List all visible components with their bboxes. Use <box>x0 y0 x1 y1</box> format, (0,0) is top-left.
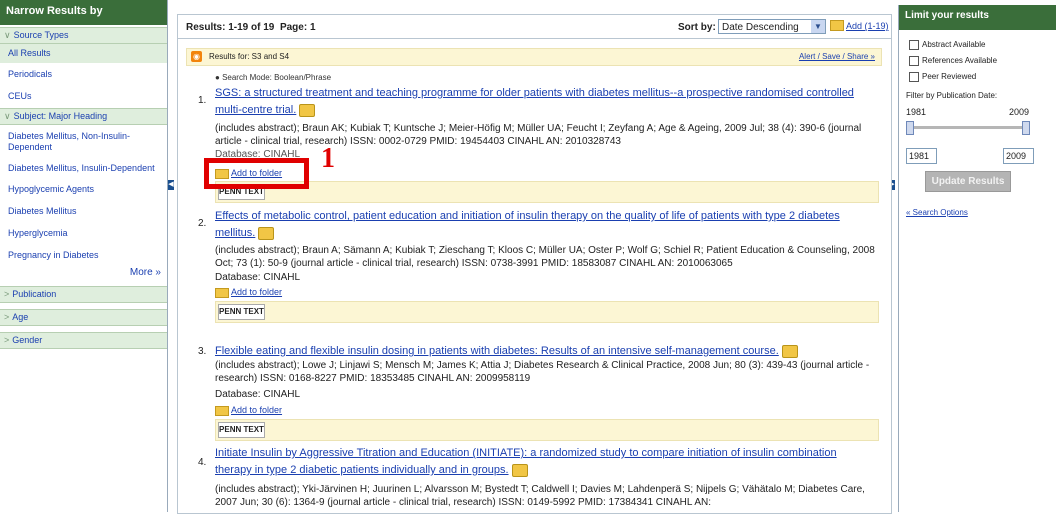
result-number: 3. <box>198 346 207 357</box>
result-number: 4. <box>198 457 207 468</box>
right-sidebar: Limit your results Abstract Available Re… <box>898 5 1056 512</box>
facet-publication[interactable]: > Publication <box>0 286 167 303</box>
folder-icon <box>830 20 844 34</box>
chevron-right-icon: > <box>4 335 10 345</box>
result-title[interactable]: Effects of metabolic control, patient ed… <box>215 208 875 242</box>
result-meta: (includes abstract); Lowe J; Linjawi S; … <box>215 360 870 384</box>
year-end-label: 2009 <box>1009 107 1030 117</box>
pub-date-label: Filter by Publication Date: <box>906 91 998 100</box>
date-range-slider[interactable] <box>906 121 1030 135</box>
slider-handle-end[interactable] <box>1022 121 1030 135</box>
alert-save-share-link[interactable]: Alert / Save / Share » <box>799 52 875 61</box>
result-meta: (includes abstract); Braun AK; Kubiak T;… <box>215 123 862 147</box>
source-types-header[interactable]: ∨ Source Types <box>0 27 167 44</box>
preview-icon[interactable] <box>258 226 275 240</box>
preview-icon[interactable] <box>299 103 316 117</box>
search-options-link[interactable]: « Search Options <box>906 208 968 217</box>
add-to-folder-link[interactable]: Add to folder <box>215 405 282 416</box>
sidebar-item-periodicals[interactable]: Periodicals <box>0 63 167 84</box>
preview-icon[interactable] <box>511 463 528 477</box>
preview-icon[interactable] <box>781 344 798 358</box>
more-link[interactable]: More » <box>0 265 167 286</box>
facet-age[interactable]: > Age <box>0 309 167 326</box>
slider-handle-start[interactable] <box>906 121 914 135</box>
penn-text-button[interactable]: PENN TEXT <box>218 304 265 320</box>
year-to-input[interactable]: 2009 <box>1003 148 1034 164</box>
penn-text-button[interactable]: PENN TEXT <box>218 422 265 438</box>
subject-item[interactable]: Diabetes Mellitus, Insulin-Dependent <box>0 157 167 178</box>
chevron-right-icon: > <box>4 312 10 322</box>
penn-text-bar: PENN TEXT <box>215 419 879 441</box>
result-number: 1. <box>198 95 207 106</box>
results-count: Results: 1-19 of 19 Page: 1 <box>186 22 316 33</box>
penn-text-bar: PENN TEXT <box>215 301 879 323</box>
abstract-available-checkbox[interactable]: Abstract Available <box>909 40 985 50</box>
result-database: Database: CINAHL <box>215 272 301 283</box>
results-panel: Results: 1-19 of 19 Page: 1 Sort by: Dat… <box>177 14 892 514</box>
chevron-down-icon: ∨ <box>4 111 11 121</box>
subject-item[interactable]: Diabetes Mellitus <box>0 199 167 221</box>
sidebar-title: Narrow Results by <box>0 0 167 25</box>
year-start-label: 1981 <box>906 107 927 117</box>
references-available-checkbox[interactable]: References Available <box>909 56 997 66</box>
subject-heading-header[interactable]: ∨ Subject: Major Heading <box>0 108 167 125</box>
left-sidebar: Narrow Results by ∨ Source Types All Resu… <box>0 0 168 512</box>
result-title[interactable]: Flexible eating and flexible insulin dos… <box>215 343 875 360</box>
year-from-input[interactable]: 1981 <box>906 148 937 164</box>
collapse-left-icon[interactable]: ◀ <box>168 180 174 190</box>
rss-icon[interactable]: ◉ <box>191 51 202 62</box>
chevron-down-icon: ∨ <box>4 30 11 40</box>
result-title[interactable]: SGS: a structured treatment and teaching… <box>215 85 875 119</box>
folder-icon <box>215 405 229 416</box>
annotation-highlight-box <box>204 158 309 189</box>
update-results-button[interactable]: Update Results <box>925 171 1011 192</box>
sidebar-item-ceus[interactable]: CEUs <box>0 84 167 108</box>
result-title[interactable]: Initiate Insulin by Aggressive Titration… <box>215 445 875 479</box>
sort-select[interactable]: Date Descending ▼ <box>718 19 826 34</box>
limit-results-title: Limit your results <box>899 5 1056 30</box>
add-all-link[interactable]: Add (1-19) <box>846 21 889 31</box>
penn-text-bar: PENN TEXT <box>215 181 879 203</box>
facet-gender[interactable]: > Gender <box>0 332 167 349</box>
subject-item[interactable]: Diabetes Mellitus, Non-Insulin-Dependent <box>0 125 167 157</box>
rss-bar: ◉ Results for: S3 and S4 Alert / Save / … <box>186 48 882 66</box>
result-database: Database: CINAHL <box>215 389 301 400</box>
sort-label: Sort by: <box>678 22 716 33</box>
annotation-label: 1 <box>321 143 335 174</box>
chevron-right-icon: > <box>4 289 10 299</box>
result-number: 2. <box>198 218 207 229</box>
result-meta: (includes abstract); Braun A; Sämann A; … <box>215 245 875 269</box>
subject-item[interactable]: Hyperglycemia <box>0 221 167 243</box>
results-toolbar: Results: 1-19 of 19 Page: 1 Sort by: Dat… <box>178 15 891 39</box>
chevron-down-icon: ▼ <box>811 20 825 33</box>
subject-item[interactable]: Hypoglycemic Agents <box>0 178 167 199</box>
search-mode: ● Search Mode: Boolean/Phrase <box>215 73 332 82</box>
result-meta: (includes abstract); Yki-Järvinen H; Juu… <box>215 484 865 508</box>
subject-item[interactable]: Pregnancy in Diabetes <box>0 243 167 265</box>
sidebar-item-all-results[interactable]: All Results <box>0 44 167 63</box>
add-to-folder-link[interactable]: Add to folder <box>215 287 282 298</box>
results-for-text: Results for: S3 and S4 <box>209 52 290 61</box>
peer-reviewed-checkbox[interactable]: Peer Reviewed <box>909 72 976 82</box>
folder-icon <box>215 287 229 298</box>
